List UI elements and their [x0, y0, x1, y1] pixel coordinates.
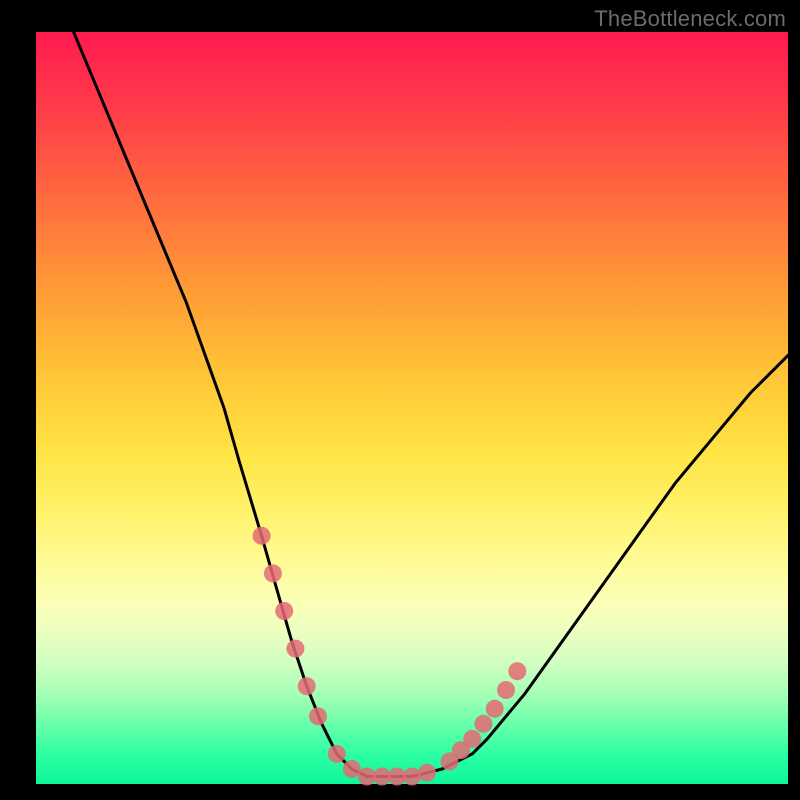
watermark-text: TheBottleneck.com [594, 6, 786, 32]
marker-point [463, 730, 481, 748]
marker-point [497, 681, 515, 699]
marker-point [275, 602, 293, 620]
marker-point [264, 564, 282, 582]
marker-point [474, 715, 492, 733]
marker-point [309, 707, 327, 725]
chart-frame: TheBottleneck.com [0, 0, 800, 800]
marker-point [286, 640, 304, 658]
marker-point [403, 768, 421, 786]
bottleneck-curve [74, 32, 788, 777]
marker-point [253, 527, 271, 545]
marker-point [486, 700, 504, 718]
marker-point [328, 745, 346, 763]
marker-point [418, 764, 436, 782]
marker-point [508, 662, 526, 680]
marker-group [253, 527, 527, 786]
curve-layer [36, 32, 788, 784]
plot-area [36, 32, 788, 784]
marker-point [298, 677, 316, 695]
